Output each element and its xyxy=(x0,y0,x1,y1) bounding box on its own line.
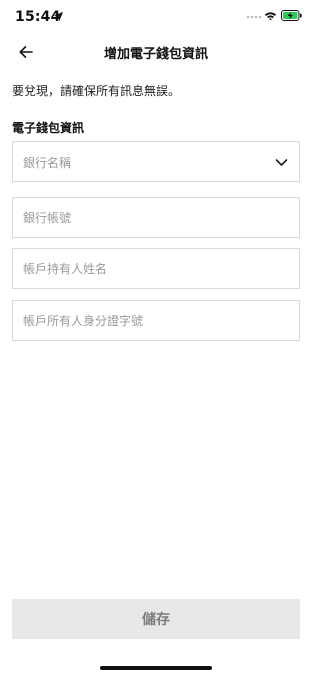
status-bar: 15:44 xyxy=(0,0,312,34)
holder-id-field-container xyxy=(12,300,300,341)
chevron-down-icon xyxy=(275,159,288,166)
bank-name-select[interactable]: 銀行名稱 xyxy=(12,141,300,182)
section-title: 電子錢包資訊 xyxy=(12,121,85,135)
battery-charging-icon xyxy=(281,10,302,21)
nav-bar: 增加電子錢包資訊 xyxy=(0,34,312,70)
location-arrow-icon xyxy=(53,11,64,22)
holder-name-input[interactable] xyxy=(13,249,299,288)
save-button[interactable]: 儲存 xyxy=(12,599,300,639)
notice-text: 要兌現，請確保所有訊息無誤。 xyxy=(12,84,181,98)
home-indicator xyxy=(100,666,212,670)
holder-name-field-container xyxy=(12,248,300,289)
bank-account-field-container xyxy=(12,197,300,238)
wifi-icon xyxy=(264,12,277,21)
holder-id-input[interactable] xyxy=(13,301,299,340)
page-title: 增加電子錢包資訊 xyxy=(103,47,208,62)
bank-account-input[interactable] xyxy=(13,198,299,237)
bank-name-placeholder: 銀行名稱 xyxy=(23,156,72,170)
cellular-signal-icon xyxy=(246,15,262,19)
